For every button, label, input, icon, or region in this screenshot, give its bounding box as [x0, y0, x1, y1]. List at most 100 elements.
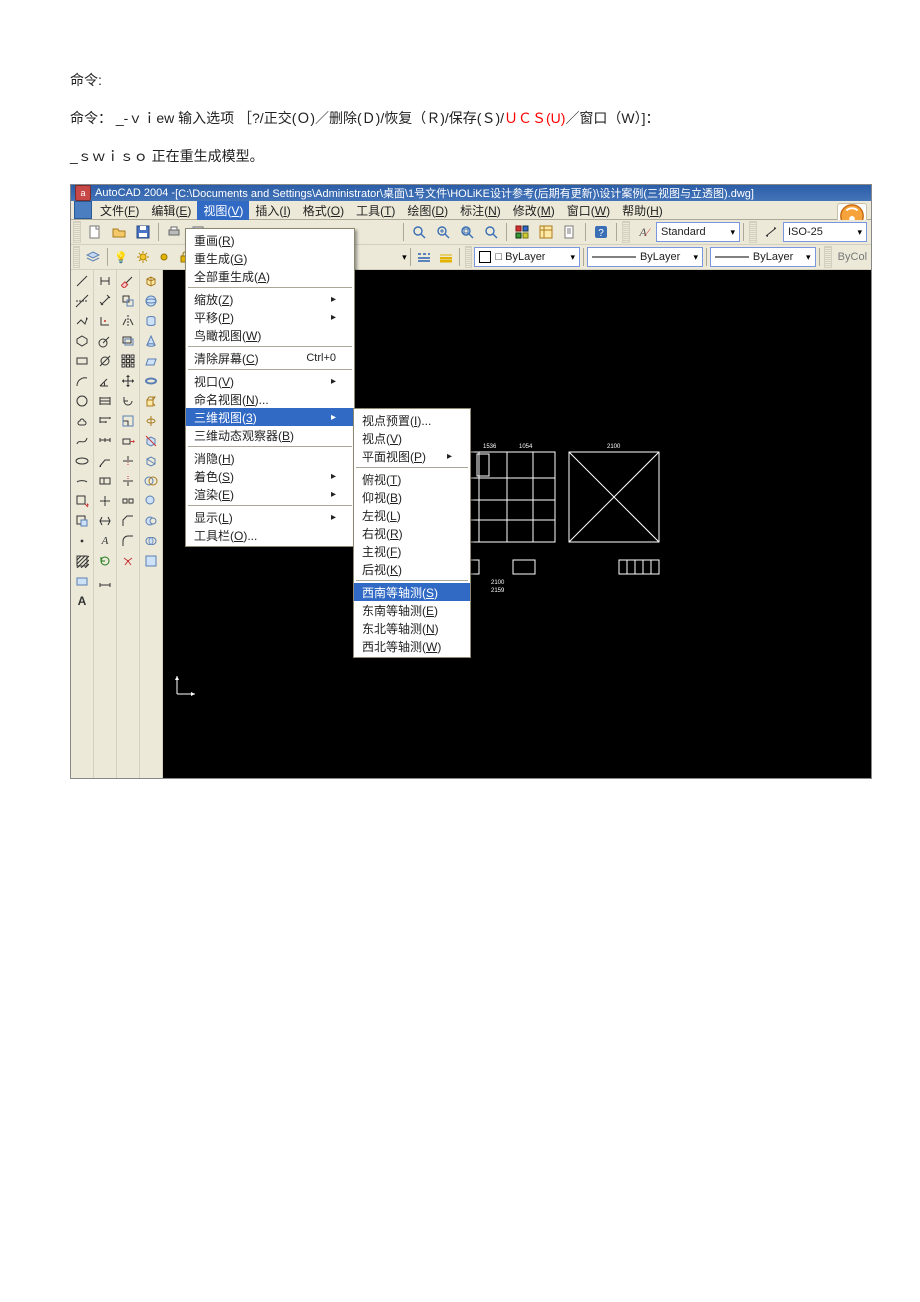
polygon-icon[interactable]	[73, 332, 91, 350]
menu-nw-isometric[interactable]: 西北等轴测(W)	[354, 637, 470, 655]
ellipse-arc-icon[interactable]	[73, 472, 91, 490]
mtext-icon[interactable]: A	[73, 592, 91, 610]
menu-toolbars[interactable]: 工具栏(O)...	[186, 526, 354, 544]
app-sys-icon[interactable]	[74, 201, 92, 219]
toolpalettes-icon[interactable]	[559, 221, 581, 243]
menu-display[interactable]: 显示(L)▸	[186, 508, 354, 526]
lineweight-select[interactable]: ByLayer ▾	[710, 247, 816, 267]
menu-se-isometric[interactable]: 东南等轴测(E)	[354, 601, 470, 619]
zoom-previous-icon[interactable]	[480, 221, 502, 243]
extend-icon[interactable]	[119, 472, 137, 490]
dimtedit-icon[interactable]: A	[96, 532, 114, 550]
menu-modify[interactable]: 修改(M)	[507, 201, 561, 220]
xline-icon[interactable]	[73, 292, 91, 310]
rotate-icon[interactable]	[119, 392, 137, 410]
menu-vpoint-preset[interactable]: 视点预置(I)...	[354, 411, 470, 429]
layer-dropdown-arrow[interactable]: ▾	[396, 252, 407, 263]
lineweight-icon[interactable]	[436, 246, 455, 268]
fillet-icon[interactable]	[119, 532, 137, 550]
menu-regen[interactable]: 重生成(G)	[186, 249, 354, 267]
menu-window[interactable]: 窗口(W)	[561, 201, 616, 220]
explode-icon[interactable]	[119, 552, 137, 570]
linetype-icon[interactable]	[415, 246, 434, 268]
menu-dimension[interactable]: 标注(N)	[454, 201, 507, 220]
layer-freeze-icon[interactable]	[154, 246, 173, 268]
dim-update-icon[interactable]	[96, 552, 114, 570]
properties-icon[interactable]	[511, 221, 533, 243]
new-icon[interactable]	[84, 221, 106, 243]
dimedit-icon[interactable]	[96, 512, 114, 530]
menu-redraw[interactable]: 重画(R)	[186, 231, 354, 249]
menu-help[interactable]: 帮助(H)	[616, 201, 669, 220]
sphere-icon[interactable]	[142, 292, 160, 310]
line-icon[interactable]	[73, 272, 91, 290]
menu-ne-isometric[interactable]: 东北等轴测(N)	[354, 619, 470, 637]
layer-manager-icon[interactable]	[83, 246, 102, 268]
dim-center-icon[interactable]	[96, 492, 114, 510]
menu-top-view[interactable]: 俯视(T)	[354, 470, 470, 488]
menu-render[interactable]: 渲染(E)▸	[186, 485, 354, 503]
point-icon[interactable]	[73, 532, 91, 550]
interfere-icon[interactable]	[142, 472, 160, 490]
menu-file[interactable]: 文件(F)	[94, 201, 145, 220]
menu-sw-isometric[interactable]: 西南等轴测(S)	[354, 583, 470, 601]
print-icon[interactable]	[163, 221, 185, 243]
dim-diameter-icon[interactable]	[96, 352, 114, 370]
menu-bar[interactable]: 文件(F) 编辑(E) 视图(V) 插入(I) 格式(O) 工具(T) 绘图(D…	[71, 201, 871, 220]
dim-angular-icon[interactable]	[96, 372, 114, 390]
extrude-icon[interactable]	[142, 392, 160, 410]
save-icon[interactable]	[132, 221, 154, 243]
menu-left-view[interactable]: 左视(L)	[354, 506, 470, 524]
hatch-icon[interactable]	[73, 552, 91, 570]
stretch-icon[interactable]	[119, 432, 137, 450]
toolbar-grip[interactable]	[749, 221, 757, 243]
menu-zoom[interactable]: 缩放(Z)▸	[186, 290, 354, 308]
cone-icon[interactable]	[142, 332, 160, 350]
subtract-icon[interactable]	[142, 512, 160, 530]
menu-pan[interactable]: 平移(P)▸	[186, 308, 354, 326]
dim-baseline-icon[interactable]	[96, 412, 114, 430]
zoom-icon[interactable]	[408, 221, 430, 243]
insert-block-icon[interactable]	[73, 492, 91, 510]
menu-3d-orbit[interactable]: 三维动态观察器(B)	[186, 426, 354, 444]
toolbar-grip[interactable]	[622, 221, 630, 243]
toolbar-grip[interactable]	[73, 221, 81, 243]
menu-regen-all[interactable]: 全部重生成(A)	[186, 267, 354, 285]
text-style-select[interactable]: Standard ▾	[656, 222, 740, 242]
menu-tools[interactable]: 工具(T)	[350, 201, 401, 220]
copy-icon[interactable]	[119, 292, 137, 310]
dim-continue-icon[interactable]	[96, 432, 114, 450]
revcloud-icon[interactable]	[73, 412, 91, 430]
menu-bottom-view[interactable]: 仰视(B)	[354, 488, 470, 506]
break-icon[interactable]	[119, 492, 137, 510]
menu-vpoint[interactable]: 视点(V)	[354, 429, 470, 447]
rectangle-icon[interactable]	[73, 352, 91, 370]
menu-shade[interactable]: 着色(S)▸	[186, 467, 354, 485]
open-icon[interactable]	[108, 221, 130, 243]
dimstyle-icon2[interactable]	[96, 572, 114, 590]
section-icon[interactable]	[142, 452, 160, 470]
pline-icon[interactable]	[73, 312, 91, 330]
toolbar-grip[interactable]	[73, 246, 80, 268]
cylinder-icon[interactable]	[142, 312, 160, 330]
wedge-icon[interactable]	[142, 352, 160, 370]
menu-hide[interactable]: 消隐(H)	[186, 449, 354, 467]
menu-edit[interactable]: 编辑(E)	[145, 201, 197, 220]
make-block-icon[interactable]	[73, 512, 91, 530]
toolbar-grip[interactable]	[465, 246, 472, 268]
menu-format[interactable]: 格式(O)	[297, 201, 350, 220]
help-icon[interactable]: ?	[590, 221, 612, 243]
dim-ordinate-icon[interactable]	[96, 312, 114, 330]
menu-draw[interactable]: 绘图(D)	[401, 201, 454, 220]
menu-viewports[interactable]: 视口(V)▸	[186, 372, 354, 390]
offset-icon[interactable]	[119, 332, 137, 350]
trim-icon[interactable]	[119, 452, 137, 470]
menu-front-view[interactable]: 主视(F)	[354, 542, 470, 560]
layer-bulb-icon[interactable]: 💡	[111, 246, 130, 268]
menu-insert[interactable]: 插入(I)	[249, 201, 296, 220]
menu-right-view[interactable]: 右视(R)	[354, 524, 470, 542]
union-icon[interactable]	[142, 492, 160, 510]
menu-cleanscreen[interactable]: 清除屏幕(C)Ctrl+0	[186, 349, 354, 367]
toolbar-grip[interactable]	[824, 246, 831, 268]
chamfer-icon[interactable]	[119, 512, 137, 530]
